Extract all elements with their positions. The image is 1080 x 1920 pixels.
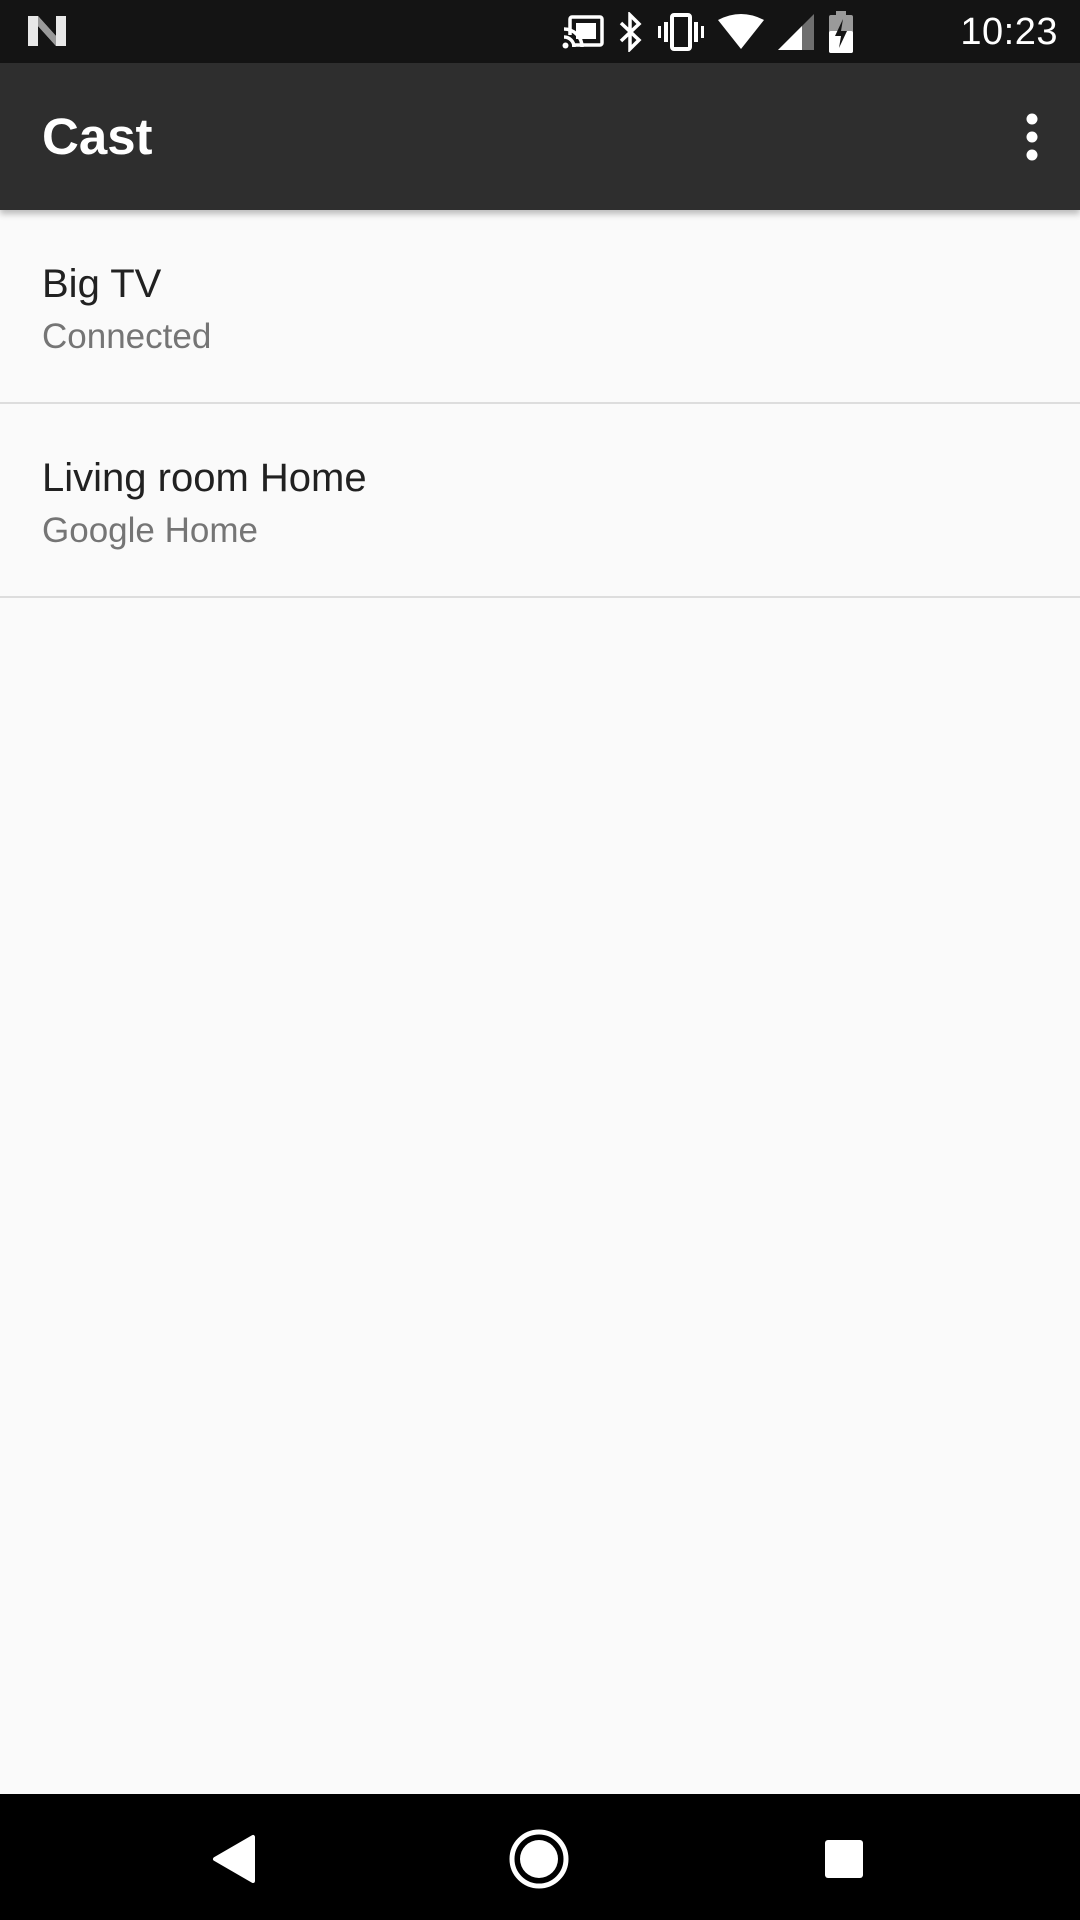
more-vert-icon xyxy=(1026,113,1038,161)
device-status: Google Home xyxy=(42,511,258,550)
navigation-bar xyxy=(0,1794,1080,1920)
status-bar: 10:23 xyxy=(0,0,1080,63)
cell-signal-icon xyxy=(778,14,814,50)
android-n-icon xyxy=(28,16,66,46)
back-button[interactable] xyxy=(190,1814,280,1904)
device-item-living-room-home[interactable]: Living room Home Google Home xyxy=(0,404,1080,598)
device-status: Connected xyxy=(42,317,212,356)
battery-charging-icon xyxy=(829,11,853,53)
home-button[interactable] xyxy=(494,1814,584,1904)
status-icons xyxy=(562,10,854,54)
app-bar: Cast xyxy=(0,63,1080,210)
cast-connected-icon xyxy=(562,15,604,49)
recents-button[interactable] xyxy=(799,1814,889,1904)
home-icon xyxy=(509,1829,569,1889)
page-title: Cast xyxy=(42,108,153,165)
device-item-big-tv[interactable]: Big TV Connected xyxy=(0,210,1080,404)
device-list: Big TV Connected Living room Home Google… xyxy=(0,210,1080,598)
device-name: Big TV xyxy=(42,262,162,306)
device-name: Living room Home xyxy=(42,456,367,500)
bluetooth-icon xyxy=(619,12,642,52)
wifi-icon xyxy=(718,14,764,49)
recents-icon xyxy=(825,1840,863,1878)
status-time: 10:23 xyxy=(960,11,1058,53)
overflow-menu-button[interactable] xyxy=(1002,99,1062,175)
vibrate-icon xyxy=(658,13,704,51)
back-icon xyxy=(213,1835,255,1883)
